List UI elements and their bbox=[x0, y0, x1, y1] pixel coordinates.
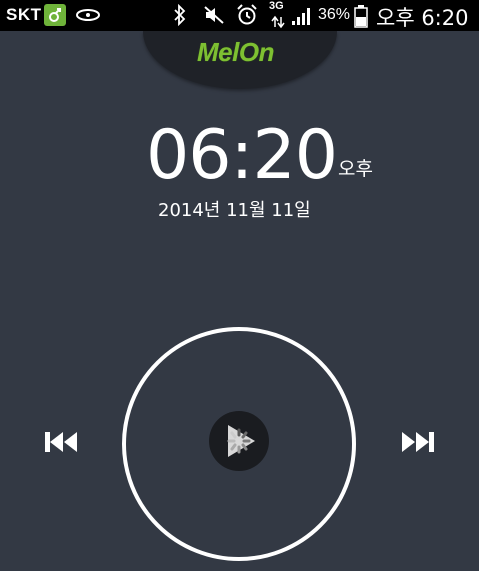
status-time: 오후 6:20 bbox=[376, 6, 469, 30]
previous-icon bbox=[45, 432, 77, 452]
previous-button[interactable] bbox=[44, 431, 78, 457]
app-badge-icon bbox=[44, 4, 66, 26]
clock-date: 2014년 11월 11일 bbox=[158, 200, 311, 221]
next-button[interactable] bbox=[401, 431, 435, 457]
play-button[interactable] bbox=[209, 411, 269, 471]
cloud-icon bbox=[75, 7, 101, 27]
alarm-icon bbox=[236, 4, 258, 30]
battery-percent: 36% bbox=[318, 6, 351, 23]
battery-icon bbox=[354, 4, 368, 32]
mute-icon bbox=[203, 5, 225, 29]
clock-time: 06:20 bbox=[146, 116, 338, 195]
network-type-label: 3G bbox=[269, 0, 284, 12]
next-icon bbox=[402, 432, 434, 452]
bluetooth-icon bbox=[172, 3, 188, 30]
melon-logo: MelOn bbox=[197, 37, 274, 67]
clock-ampm: 오후 bbox=[338, 158, 373, 180]
status-bar: SKT 3G 36% 오후 6:20 bbox=[0, 0, 479, 31]
carrier-label: SKT bbox=[6, 5, 42, 24]
play-loading-icon bbox=[227, 425, 255, 457]
signal-icon bbox=[291, 6, 313, 30]
